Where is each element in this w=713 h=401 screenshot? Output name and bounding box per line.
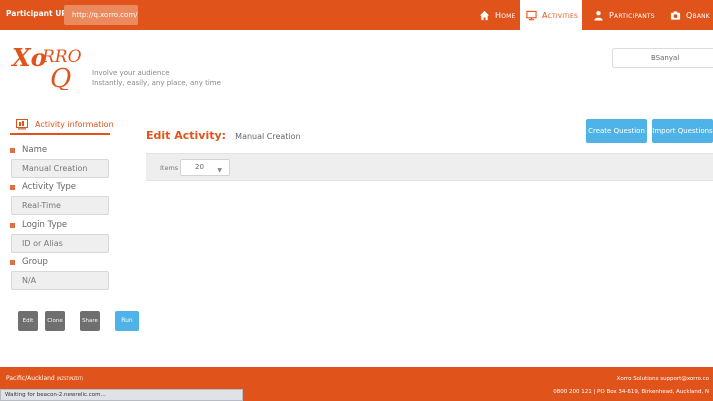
run-button[interactable]: Run [115, 311, 139, 331]
home-icon [479, 10, 490, 20]
bullet-square-icon [10, 222, 15, 228]
nav-participants-label: Participants [609, 10, 655, 20]
name-label: Name [10, 145, 47, 155]
user-menu[interactable]: BSanyal [612, 48, 713, 68]
group-label: Group [10, 257, 48, 267]
login-type-value: ID or Alias [11, 234, 109, 253]
edit-activity-heading: Edit Activity: [146, 129, 227, 142]
group-value: N/A [11, 271, 109, 290]
nav-home-label: Home [495, 10, 516, 20]
person-icon [594, 10, 603, 21]
nav-activities[interactable]: Activities [520, 0, 582, 30]
top-bar: Participant URL http://q.xorro.com/nyrk … [0, 0, 713, 30]
page-title: Edit Activity: Manual Creation [146, 124, 301, 143]
import-questions-button[interactable]: Import Questions [652, 119, 713, 143]
share-button[interactable]: Share [80, 311, 100, 331]
activity-type-label: Activity Type [10, 182, 76, 192]
footer-address: 0800 200 121 | PO Box 34-619, Birkenhead… [553, 389, 709, 395]
items-toolbar: Items 20 ▼ [146, 153, 713, 181]
activity-info-icon [16, 119, 28, 130]
tagline: Involve your audience Instantly, easily,… [92, 68, 221, 88]
activity-info-underline [10, 133, 110, 135]
create-question-button[interactable]: Create Question [586, 119, 647, 143]
nav-activities-label: Activities [542, 10, 579, 20]
items-label: Items [160, 164, 179, 172]
nav-participants[interactable]: Participants [590, 0, 662, 30]
bullet-square-icon [10, 259, 15, 265]
bullet-square-icon [10, 184, 15, 190]
login-type-label: Login Type [10, 220, 67, 230]
monitor-icon [526, 10, 537, 20]
participant-url-label: Participant URL [6, 9, 72, 18]
xorro-q-logo: Xo RRO Q [10, 43, 82, 90]
browser-status-bar: Waiting for beacon-2.newrelic.com... [0, 389, 243, 401]
tagline-line-1: Involve your audience [92, 69, 170, 77]
name-value: Manual Creation [11, 159, 109, 178]
dropdown-arrow-icon: ▼ [217, 167, 222, 174]
activity-name-heading: Manual Creation [235, 132, 301, 141]
footer-company: Xorro Solutions support@xorro.co [616, 376, 709, 382]
items-per-page-select[interactable]: 20 ▼ [180, 159, 230, 176]
edit-button[interactable]: Edit [18, 311, 38, 331]
nav-home[interactable]: Home [476, 0, 518, 30]
activity-info-title: Activity information [35, 120, 114, 129]
tagline-line-2: Instantly, easily, any place, any time [92, 79, 221, 87]
nav-qbank-label: Qbank [686, 10, 710, 20]
svg-text:Q: Q [50, 64, 71, 90]
nav-qbank[interactable]: Qbank [668, 0, 713, 30]
clone-button[interactable]: Clone [45, 311, 65, 331]
camera-icon [670, 10, 681, 20]
participant-url-field[interactable]: http://q.xorro.com/nyrk [64, 5, 138, 25]
activity-info-header: Activity information [16, 119, 114, 130]
activity-type-value: Real-Time [11, 196, 109, 215]
timezone-text: Pacific/Auckland (NZST/NZDT) [6, 375, 84, 382]
items-per-page-value: 20 [195, 163, 204, 171]
bullet-square-icon [10, 147, 15, 153]
